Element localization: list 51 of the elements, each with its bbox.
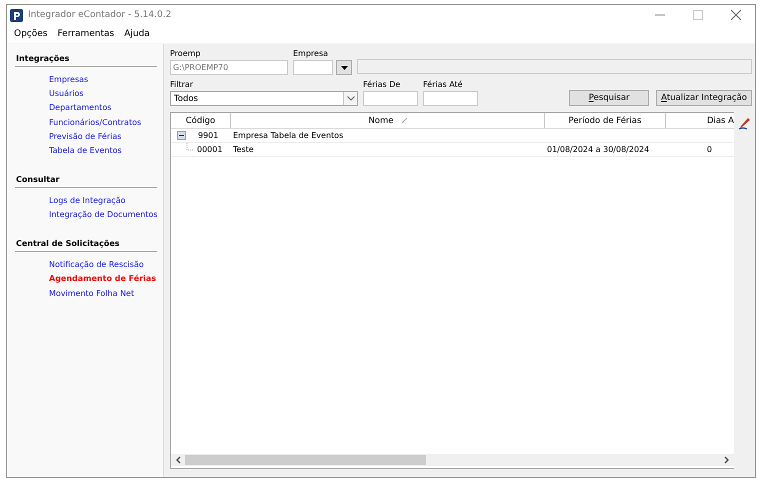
sidebar-link[interactable]: Movimento Folha Net — [49, 286, 134, 300]
field-label: Filtrar — [170, 80, 194, 90]
window-title: Integrador eContador - 5.14.0.2 — [28, 10, 172, 20]
menu-item[interactable]: Ajuda — [119, 29, 155, 39]
menu-item[interactable]: Opções — [9, 29, 52, 39]
chevron-down-icon — [346, 96, 354, 101]
app-logo-icon — [10, 8, 23, 22]
field-label: Férias De — [363, 80, 402, 90]
maximize-icon — [693, 10, 703, 20]
date-from-field[interactable] — [363, 91, 418, 106]
menu-item[interactable]: Ferramentas — [52, 29, 120, 39]
table-cell: 00001 — [197, 145, 222, 154]
sidebar-link[interactable]: Previsão de Férias — [49, 130, 122, 143]
table-cell: 9901 — [198, 131, 218, 140]
field-label: Proemp — [170, 49, 202, 59]
field-label: Empresa — [293, 49, 330, 59]
sidebar-link[interactable]: Usuários — [49, 87, 84, 100]
sidebar-link[interactable]: Logs de Integração — [49, 194, 126, 207]
column-header[interactable]: Código — [171, 113, 231, 128]
table-cell: 01/08/2024 a 30/08/2024 — [547, 145, 650, 154]
filter-dropdown[interactable]: Todos — [170, 91, 358, 106]
sidebar-link[interactable]: Integração de Documentos — [49, 208, 158, 222]
dropdown-button[interactable] — [336, 60, 352, 75]
column-header[interactable]: Período de Férias — [545, 113, 666, 128]
table-cell: Teste — [233, 145, 254, 154]
sidebar-link[interactable]: Agendamento de Férias — [49, 272, 156, 286]
collapse-icon[interactable] — [177, 131, 186, 140]
section-title: Central de Solicitações — [15, 239, 157, 252]
search-button[interactable]: Pesquisar — [569, 90, 650, 106]
scroll-left-icon — [175, 456, 181, 464]
table-cell: Empresa Tabela de Eventos — [233, 131, 344, 140]
close-icon — [731, 10, 741, 20]
section-title: Integrações — [15, 54, 157, 67]
table-cell: 0 — [706, 145, 712, 154]
path-field[interactable]: G:\PROEMP70 — [170, 60, 288, 75]
caret-icon — [340, 66, 348, 70]
sidebar-link[interactable]: Empresas — [49, 73, 88, 86]
section-title: Consultar — [15, 174, 157, 188]
scroll-right-icon — [724, 456, 730, 464]
company-code-field[interactable] — [293, 60, 333, 75]
column-header[interactable]: Dias A — [666, 113, 734, 128]
field-label: Férias Até — [423, 80, 464, 90]
pencil-icon[interactable] — [738, 116, 752, 130]
sidebar-link[interactable]: Departamentos — [49, 101, 112, 114]
date-to-field[interactable] — [423, 91, 478, 106]
column-header[interactable]: Nome — [231, 113, 545, 128]
sidebar-link[interactable]: Tabela de Eventos — [49, 144, 122, 157]
sidebar-link[interactable]: Funcionários/Contratos — [49, 116, 142, 129]
sort-icon — [402, 118, 407, 123]
update-button[interactable]: Atualizar Integração — [656, 90, 752, 106]
sidebar-link[interactable]: Notificação de Rescisão — [49, 258, 144, 272]
